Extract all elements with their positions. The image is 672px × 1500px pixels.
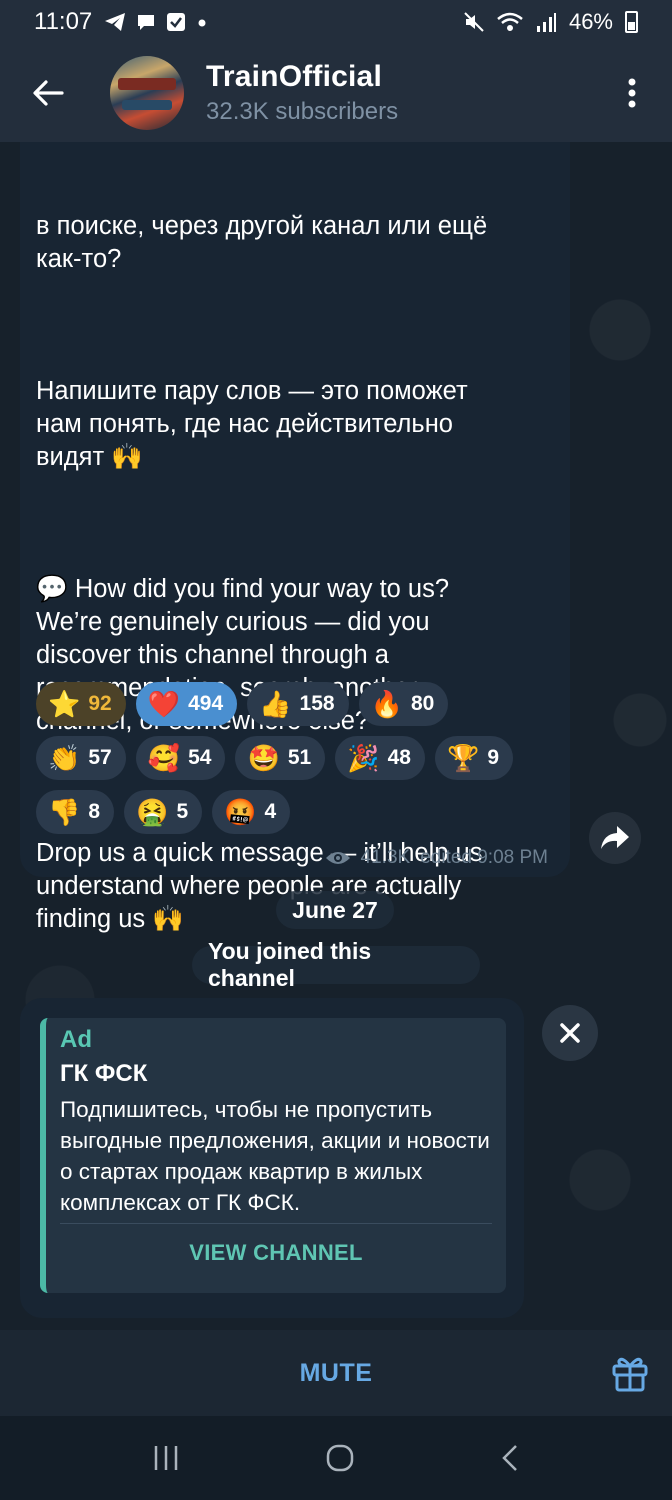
reaction-party[interactable]: 🎉 48 xyxy=(335,736,425,780)
wifi-icon xyxy=(497,12,523,31)
status-bar: 11:07 46% xyxy=(0,0,672,44)
reaction-clap[interactable]: 👏 57 xyxy=(36,736,126,780)
eye-icon xyxy=(325,852,350,864)
reactions: ⭐ 92 ❤️ 494 👍 158 🔥 80 👏 57 🥰 54 🤩 51 🎉 48 🏆 9 👎 8… xyxy=(36,682,566,844)
back-arrow-icon xyxy=(33,80,64,106)
channel-title-block[interactable]: TrainOfficial 32.3K subscribers xyxy=(206,60,398,126)
close-icon xyxy=(560,1023,580,1043)
home-icon[interactable] xyxy=(325,1443,355,1473)
joined-notice: You joined this channel xyxy=(192,938,480,991)
gift-button[interactable] xyxy=(612,1354,648,1397)
reaction-star[interactable]: ⭐ 92 xyxy=(36,682,126,726)
reaction-fire[interactable]: 🔥 80 xyxy=(358,682,449,726)
post-paragraph: Напишите пару слов — это поможет нам пон… xyxy=(36,377,468,471)
ad-title: ГК ФСК xyxy=(60,1060,148,1087)
more-vertical-icon xyxy=(628,78,636,108)
subscriber-count: 32.3K subscribers xyxy=(206,98,399,125)
telegram-icon xyxy=(105,13,126,31)
reaction-row: 👎 8 🤮 5 🤬 4 xyxy=(36,790,566,834)
bottom-bar: MUTE xyxy=(0,1330,672,1416)
post-meta: 41.3K edited 9:08 PM xyxy=(325,847,548,869)
chat-icon xyxy=(138,15,155,30)
post-paragraph: в поиске, через другой канал или ещё как… xyxy=(36,212,488,273)
system-nav-bar xyxy=(0,1416,672,1500)
reaction-star-struck[interactable]: 🤩 51 xyxy=(235,736,326,780)
view-count: 41.3K xyxy=(360,847,411,868)
status-time: 11:07 xyxy=(34,8,93,35)
edited-time: edited 9:08 PM xyxy=(420,847,548,868)
gift-icon xyxy=(612,1357,648,1392)
back-button[interactable] xyxy=(0,79,96,107)
sponsored-message: Ad ГК ФСК Подпишитесь, чтобы не пропусти… xyxy=(20,998,524,1318)
ad-label: Ad xyxy=(60,1026,92,1053)
ad-divider xyxy=(60,1223,492,1224)
reaction-cursing[interactable]: 🤬 4 xyxy=(212,790,291,834)
channel-avatar[interactable] xyxy=(110,56,184,130)
reaction-row: ⭐ 92 ❤️ 494 👍 158 🔥 80 xyxy=(36,682,566,726)
view-channel-button[interactable]: VIEW CHANNEL xyxy=(46,1240,506,1266)
reaction-smiling-hearts[interactable]: 🥰 54 xyxy=(135,736,226,780)
mute-icon xyxy=(464,12,484,32)
ad-text: Подпишитесь, чтобы не пропустить выгодны… xyxy=(60,1097,490,1215)
more-menu-button[interactable] xyxy=(592,77,672,109)
status-right: 46% xyxy=(463,9,638,35)
reaction-trophy[interactable]: 🏆 9 xyxy=(434,736,513,780)
check-icon xyxy=(167,13,186,31)
date-divider: June 27 xyxy=(276,891,394,929)
dot-icon xyxy=(198,19,206,27)
post-text: в поиске, через другой канал или ещё как… xyxy=(36,142,556,1002)
chat-header: TrainOfficial 32.3K subscribers xyxy=(0,44,672,142)
signal-icon xyxy=(536,13,556,32)
reaction-vomit[interactable]: 🤮 5 xyxy=(124,790,203,834)
share-arrow-icon xyxy=(601,826,629,849)
recent-apps-icon[interactable] xyxy=(152,1444,180,1472)
share-button[interactable] xyxy=(589,812,641,864)
reaction-row: 👏 57 🥰 54 🤩 51 🎉 48 🏆 9 xyxy=(36,736,566,780)
battery-percent: 46% xyxy=(568,9,613,34)
channel-post[interactable]: в поиске, через другой канал или ещё как… xyxy=(20,142,570,933)
battery-icon xyxy=(625,11,638,33)
ad-content[interactable]: Ad ГК ФСК Подпишитесь, чтобы не пропусти… xyxy=(40,1018,506,1293)
reaction-thumbs-up[interactable]: 👍 158 xyxy=(247,682,349,726)
channel-name: TrainOfficial xyxy=(206,60,382,93)
system-back-icon[interactable] xyxy=(500,1443,520,1473)
reaction-thumbs-down[interactable]: 👎 8 xyxy=(36,790,115,834)
mute-button[interactable]: MUTE xyxy=(300,1359,373,1388)
reaction-heart[interactable]: ❤️ 494 xyxy=(135,682,238,726)
notification-icons xyxy=(104,12,208,32)
close-ad-button[interactable] xyxy=(542,1005,598,1061)
